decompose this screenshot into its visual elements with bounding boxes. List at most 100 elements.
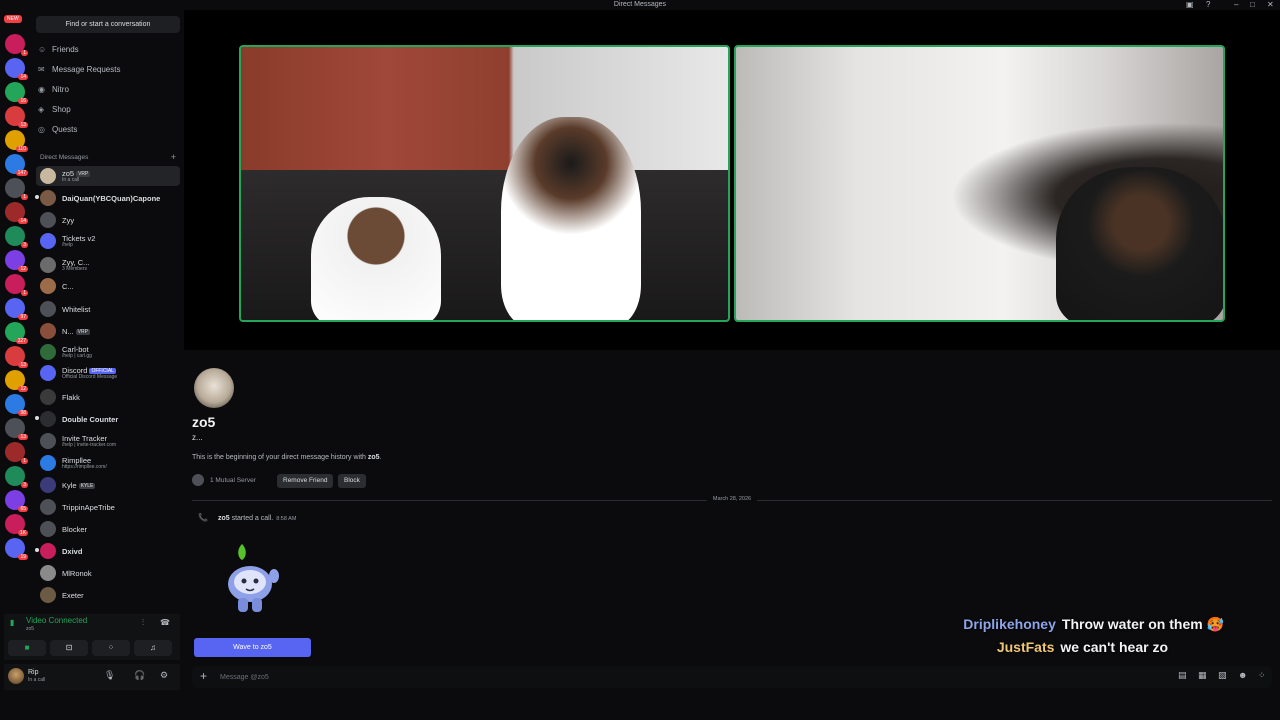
server-icon[interactable]: 327 (5, 322, 28, 344)
unread-dot (35, 416, 39, 420)
disconnect-icon[interactable]: ☎ (160, 618, 170, 627)
apps-icon[interactable]: ⁘ (1258, 670, 1266, 681)
overlay-text-1: Throw water on them 🥵 (1061, 616, 1224, 632)
dm-item[interactable]: Rimpllee https://rimpllee.com/ (36, 453, 180, 473)
nitro-icon: ◉ (38, 85, 45, 94)
server-icon[interactable]: 14 (5, 202, 28, 224)
create-dm-icon[interactable]: + (171, 152, 176, 162)
server-icon[interactable]: 1K (5, 514, 28, 536)
camera-button[interactable]: ■ (8, 640, 46, 656)
avatar (40, 477, 56, 493)
person-video-image (1056, 167, 1223, 320)
server-icon[interactable]: 12 (5, 250, 28, 272)
server-badge: 147 (15, 170, 28, 176)
dm-item[interactable]: C... (36, 276, 180, 296)
close-icon[interactable]: ✕ (1267, 0, 1274, 9)
user-name[interactable]: Rip (28, 669, 39, 676)
minimize-icon[interactable]: – (1234, 0, 1238, 9)
server-icon[interactable]: 13 (5, 418, 28, 440)
dm-item[interactable]: Blocker (36, 519, 180, 539)
nav-item-quests[interactable]: ◎ Quests (38, 122, 178, 138)
dm-item[interactable]: Discord OFFICIAL Official Discord Message (36, 363, 180, 383)
dm-name-text: N... (62, 327, 74, 336)
settings-icon[interactable]: ⚙ (160, 670, 168, 681)
server-icon[interactable]: 1 (5, 178, 28, 200)
headphones-icon[interactable]: 🎧 (134, 670, 145, 681)
server-icon[interactable]: 65 (5, 490, 28, 512)
avatar (40, 212, 56, 228)
server-icon[interactable]: 14 (5, 58, 28, 80)
screenshare-button[interactable]: ⊡ (50, 640, 88, 656)
emoji-icon[interactable]: ☻ (1238, 670, 1247, 680)
dm-item[interactable]: MlRonok (36, 563, 180, 583)
voice-channel: zo5 (26, 626, 35, 632)
dm-tag: VRP (75, 329, 90, 336)
block-button[interactable]: Block (338, 474, 366, 488)
dm-item[interactable]: Double Counter (35, 409, 180, 429)
microphone-icon[interactable]: 🎙 (104, 670, 115, 681)
dm-item[interactable]: Exeter (36, 585, 180, 605)
server-icon[interactable]: 1 (5, 274, 28, 296)
inbox-icon[interactable]: ▣ (1186, 0, 1194, 9)
attach-icon[interactable]: + (200, 669, 207, 683)
profile-avatar[interactable] (194, 368, 234, 408)
dm-item[interactable]: Carl-bot/help | carl.gg (36, 342, 180, 362)
user-avatar[interactable] (8, 668, 24, 684)
dm-name: Kyle KYLE (62, 481, 96, 490)
dm-header: Direct Messages + (40, 152, 176, 162)
voice-status[interactable]: Video Connected (26, 616, 87, 625)
remove-friend-button[interactable]: Remove Friend (277, 474, 334, 488)
dm-item[interactable]: DaiQuan(YBCQuan)Capone (35, 188, 180, 208)
server-icon[interactable]: 3 (5, 226, 28, 248)
gif-icon[interactable]: ▦ (1198, 670, 1207, 681)
dm-item[interactable]: Invite Tracker/help | invite-tracker.com (36, 431, 180, 451)
server-icon[interactable]: 1 (5, 34, 28, 56)
nav-item-friends[interactable]: ☺ Friends (38, 42, 178, 58)
video-tile-right[interactable] (734, 45, 1225, 322)
activities-button[interactable]: ⁘ (92, 640, 130, 656)
maximize-icon[interactable]: □ (1250, 0, 1255, 9)
server-icon[interactable]: 19 (5, 538, 28, 560)
server-icon[interactable]: 16 (5, 82, 28, 104)
dm-item[interactable]: Whitelist (36, 299, 180, 319)
message-input[interactable] (220, 669, 920, 685)
dm-item[interactable]: Zyy (36, 210, 180, 230)
dm-item[interactable]: TrippinApeTribe (36, 497, 180, 517)
dm-item[interactable]: Zyy, C... 3 Members (36, 255, 180, 275)
server-icon[interactable]: 3 (5, 466, 28, 488)
dm-item[interactable]: Flakk (36, 387, 180, 407)
server-icon[interactable]: 1 (5, 442, 28, 464)
nav-item-message-requests[interactable]: ✉ Message Requests (38, 62, 178, 78)
dm-subtext: /help | carl.gg (62, 353, 92, 359)
mutual-servers[interactable]: 1 Mutual Server (192, 474, 256, 488)
dm-item[interactable]: zo5 VRP In a call (36, 166, 180, 186)
server-icon[interactable]: 110 (5, 130, 28, 152)
dm-item[interactable]: Kyle KYLE (36, 475, 180, 495)
server-badge: 12 (18, 266, 28, 272)
sticker-icon[interactable]: ▧ (1218, 670, 1227, 681)
soundboard-button[interactable]: ♫ (134, 640, 172, 656)
dm-name-text: C... (62, 282, 74, 291)
server-icon[interactable]: 13 (5, 106, 28, 128)
help-icon[interactable]: ? (1206, 0, 1210, 9)
video-tile-left[interactable] (239, 45, 730, 322)
noise-suppression-icon[interactable]: ⫶ (142, 618, 144, 628)
gift-icon[interactable]: ▤ (1178, 670, 1187, 681)
dm-item[interactable]: N... VRP (36, 321, 180, 341)
server-badge: 14 (18, 218, 28, 224)
server-icon[interactable]: 12 (5, 370, 28, 392)
nav-item-nitro[interactable]: ◉ Nitro (38, 82, 178, 98)
server-icon[interactable]: 13 (5, 346, 28, 368)
call-message: 📞 zo5 started a call. 8:58 AM (198, 513, 296, 522)
dm-item[interactable]: Dxivd (35, 541, 180, 561)
wave-button[interactable]: Wave to zo5 (194, 638, 311, 657)
avatar (40, 455, 56, 471)
call-user[interactable]: zo5 (218, 515, 230, 522)
server-icon[interactable]: 147 (5, 154, 28, 176)
dm-item[interactable]: Tickets v2/help (36, 231, 180, 251)
server-icon[interactable]: 98 (5, 394, 28, 416)
server-icon[interactable]: 97 (5, 298, 28, 320)
nav-item-shop[interactable]: ◈ Shop (38, 102, 178, 118)
search-button[interactable]: Find or start a conversation (36, 16, 180, 33)
overlay-message-2: JustFats we can't hear zo (997, 639, 1168, 655)
